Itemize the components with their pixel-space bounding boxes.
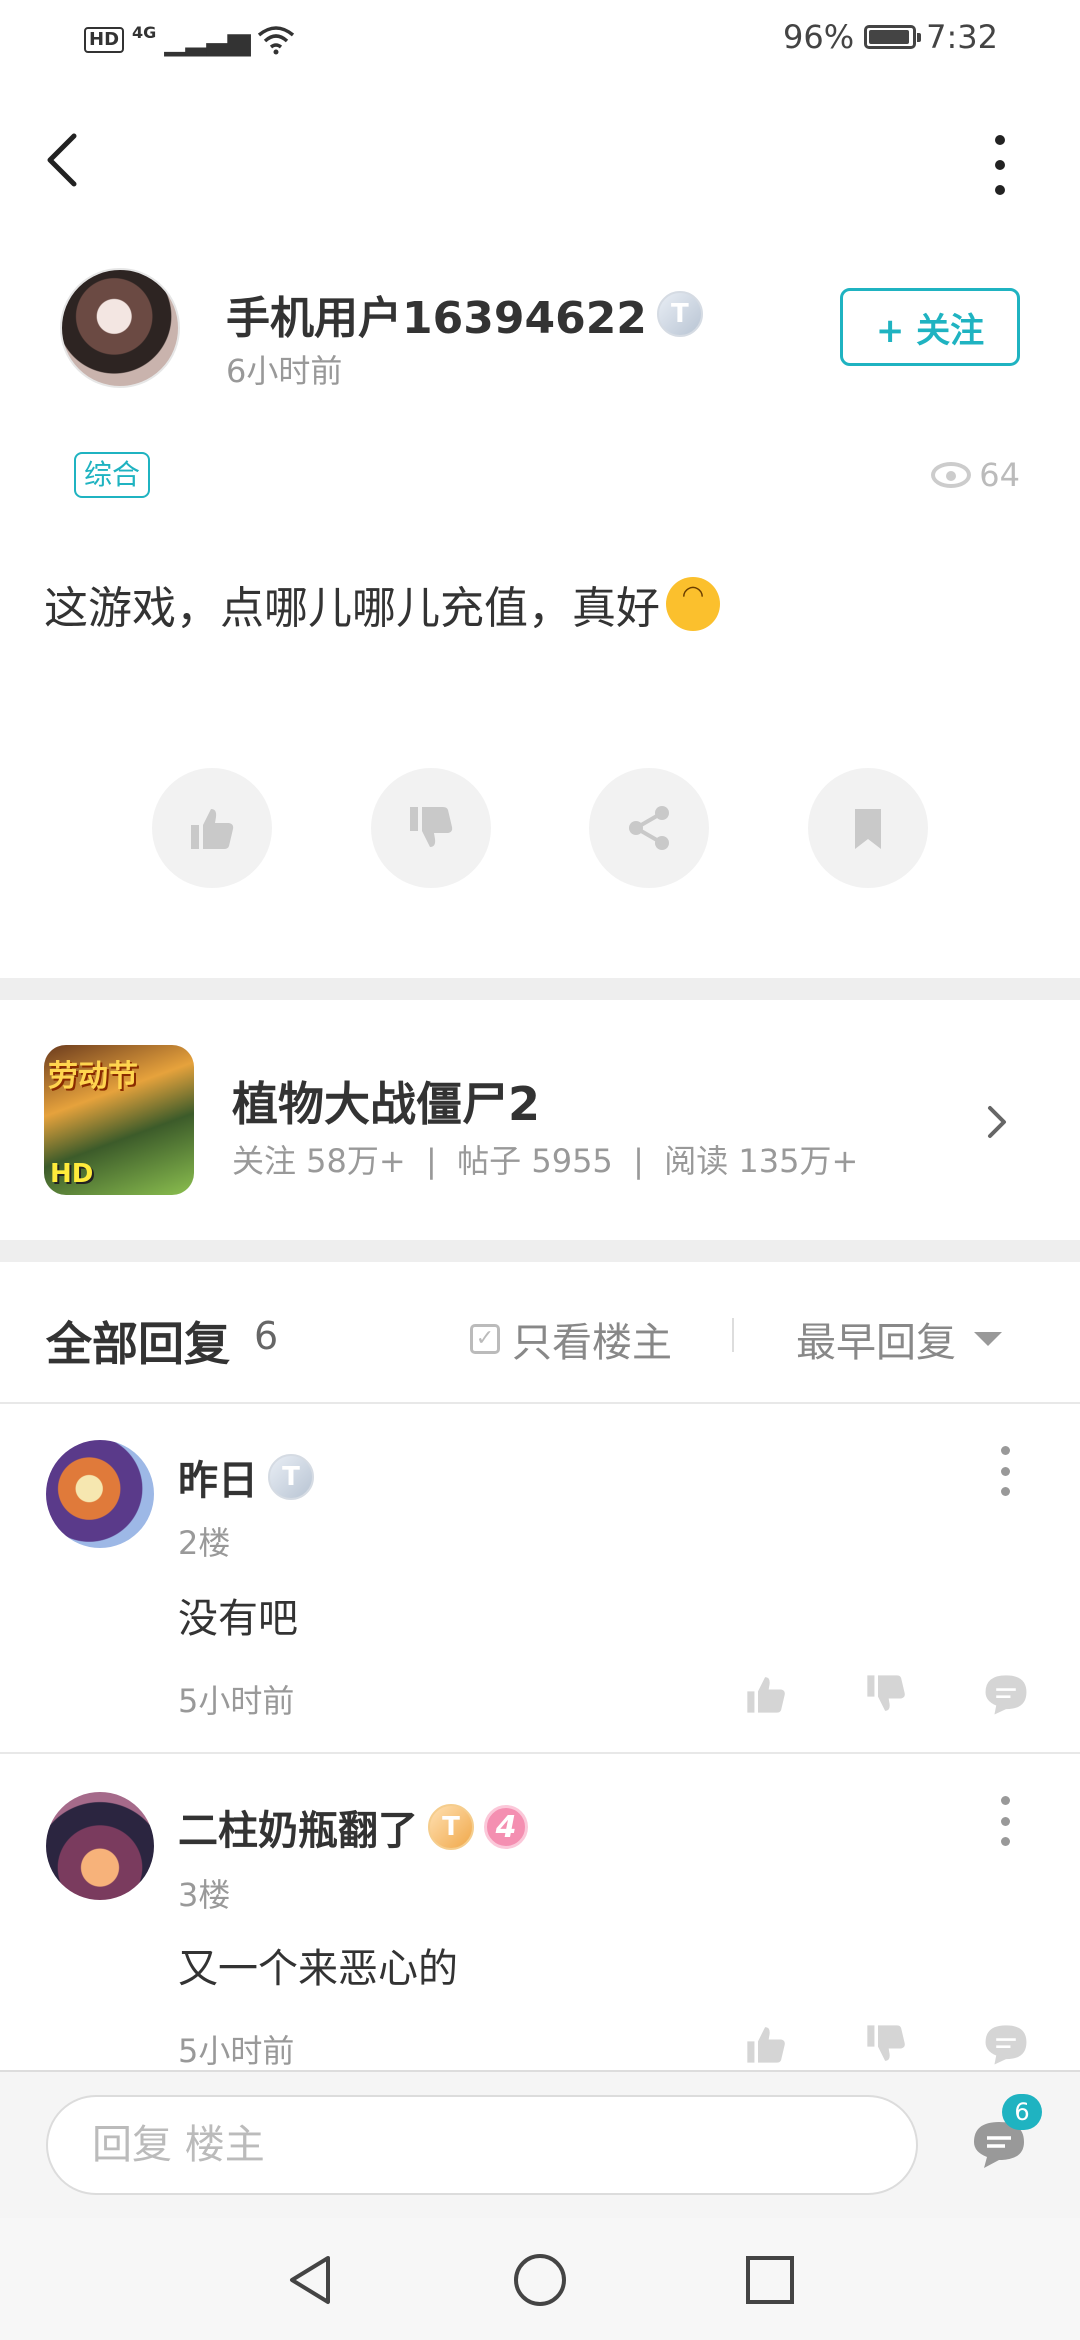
nav-home-icon[interactable] [512, 2252, 568, 2308]
share-button[interactable] [589, 768, 709, 888]
nav-back-icon[interactable] [284, 2252, 334, 2308]
reply-more-icon[interactable] [998, 1796, 1012, 1846]
header-separator [732, 1318, 734, 1352]
reply-content: 没有吧 [178, 1596, 298, 1642]
network-indicators: HD 4G ▁▂▃▅ [84, 22, 295, 57]
checkbox-icon[interactable]: ✓ [470, 1324, 500, 1354]
battery-icon [864, 25, 922, 49]
like-button[interactable] [152, 768, 272, 888]
only-owner-toggle[interactable]: ✓ 只看楼主 [470, 1310, 672, 1368]
comment-icon[interactable] [982, 1670, 1030, 1718]
reply-author-row[interactable]: 昨日 T [178, 1448, 314, 1506]
thumbs-down-icon[interactable] [862, 2020, 910, 2068]
thumbs-down-icon [410, 807, 453, 847]
more-options-icon[interactable] [985, 135, 1015, 195]
wifi-icon [257, 25, 294, 54]
level-badge-icon: T [268, 1454, 314, 1500]
game-icon-event-text: 劳动节 [48, 1059, 138, 1094]
divider-line [0, 1402, 1080, 1404]
reply-floor: 3楼 [178, 1876, 231, 1914]
bookmark-button[interactable] [808, 768, 928, 888]
post-text: 这游戏，点哪儿哪儿充值，真好 [44, 583, 660, 634]
only-owner-label: 只看楼主 [512, 1320, 672, 1366]
section-divider [0, 1240, 1080, 1262]
upside-down-face-emoji-icon [666, 577, 720, 631]
game-stats: 关注 58万+ | 帖子 5955 | 阅读 135万+ [232, 1142, 859, 1180]
game-title[interactable]: 植物大战僵尸2 [232, 1068, 540, 1134]
post-content: 这游戏，点哪儿哪儿充值，真好 [44, 572, 720, 636]
divider-line [0, 1752, 1080, 1754]
share-icon [629, 806, 669, 850]
comment-icon[interactable] [982, 2020, 1030, 2068]
level-badge-icon: T [656, 291, 703, 337]
comment-count-badge: 6 [1002, 2094, 1042, 2130]
reply-author-name[interactable]: 昨日 [178, 1448, 258, 1506]
replies-title: 全部回复 [46, 1317, 230, 1371]
view-count-value: 64 [979, 456, 1020, 494]
author-name-row[interactable]: 手机用户16394622 T [226, 282, 703, 346]
caret-down-icon [974, 1332, 1002, 1346]
sort-label: 最早回复 [796, 1320, 956, 1366]
follow-button[interactable]: + 关注 [840, 288, 1020, 366]
vip-badge-icon: 4 [484, 1805, 528, 1849]
back-arrow-icon[interactable] [40, 130, 90, 190]
category-tag[interactable]: 综合 [74, 452, 151, 498]
view-count: 64 [931, 456, 1020, 494]
reply-time: 5小时前 [178, 1682, 295, 1720]
sort-dropdown[interactable]: 最早回复 [796, 1310, 1002, 1368]
hd-indicator: HD [84, 26, 125, 53]
chevron-right-icon[interactable] [986, 1104, 1010, 1140]
signal-icon: ▁▂▃▅ [164, 22, 250, 57]
system-navigation-bar [0, 2218, 1080, 2340]
thumbs-up-icon[interactable] [742, 2020, 790, 2068]
replies-count: 6 [254, 1314, 279, 1358]
author-avatar[interactable] [60, 268, 180, 388]
clock: 7:32 [926, 18, 998, 56]
bookmark-icon [855, 809, 881, 849]
reply-floor: 2楼 [178, 1524, 231, 1562]
reply-avatar[interactable] [46, 1440, 154, 1548]
reply-content: 又一个来恶心的 [178, 1946, 458, 1992]
author-name[interactable]: 手机用户16394622 [226, 282, 647, 346]
game-icon[interactable]: 劳动节 HD [44, 1045, 194, 1195]
status-bar: HD 4G ▁▂▃▅ 96% 7:32 [0, 0, 1080, 80]
level-badge-icon: T [428, 1804, 474, 1850]
eye-icon [931, 462, 972, 488]
reply-input[interactable]: 回复 楼主 [46, 2095, 918, 2195]
section-divider [0, 978, 1080, 1000]
game-icon-hd-text: HD [50, 1159, 94, 1189]
reply-time: 5小时前 [178, 2032, 295, 2070]
post-time: 6小时前 [226, 352, 343, 390]
dislike-button[interactable] [371, 768, 491, 888]
reply-more-icon[interactable] [998, 1446, 1012, 1496]
reply-avatar[interactable] [46, 1792, 154, 1900]
network-type: 4G [132, 23, 157, 42]
status-right: 96% 7:32 [783, 18, 998, 56]
reply-author-name[interactable]: 二柱奶瓶翻了 [178, 1798, 418, 1856]
thumbs-up-icon[interactable] [742, 1670, 790, 1718]
nav-recents-icon[interactable] [744, 2254, 796, 2306]
thumbs-down-icon[interactable] [862, 1670, 910, 1718]
thumbs-up-icon [191, 809, 234, 849]
reply-author-row[interactable]: 二柱奶瓶翻了 T 4 [178, 1798, 528, 1856]
battery-percent: 96% [783, 18, 855, 56]
